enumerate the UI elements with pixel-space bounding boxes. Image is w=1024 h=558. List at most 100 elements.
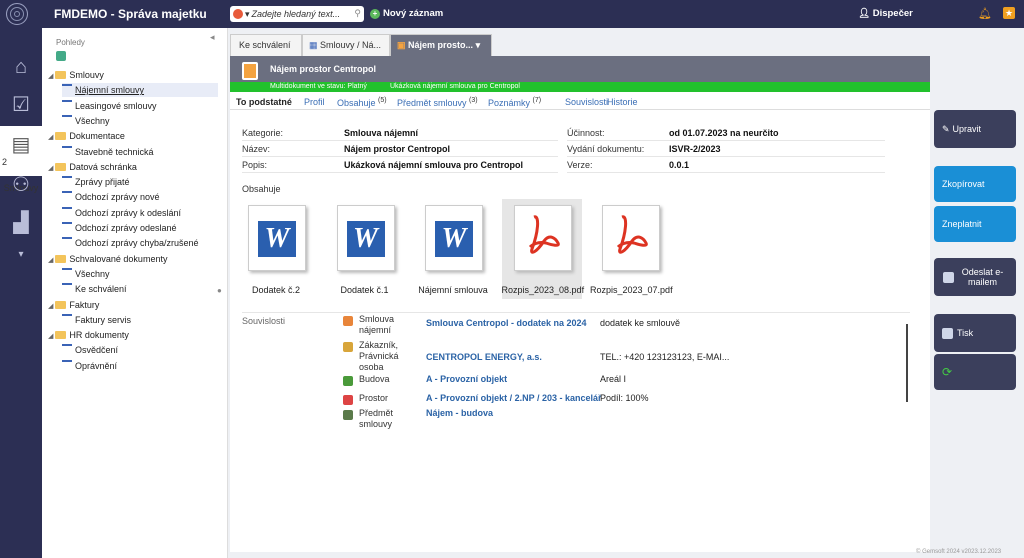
relation-type: Smlouva nájemní (359, 314, 395, 335)
tree-item[interactable]: Odchozí zprávy nové (62, 190, 218, 204)
relation-note: TEL.: +420 123123123, E-MAI... (600, 352, 730, 362)
relation-type: Budova (359, 374, 390, 384)
subtab-label: Profil (304, 97, 325, 107)
new-record-button[interactable]: + Nový záznam (370, 8, 443, 19)
record-title: Nájem prostor Centropol (270, 64, 377, 74)
expand-triangle-icon[interactable]: ◢ (48, 165, 53, 172)
chevron-down-icon[interactable]: ▾ (0, 236, 42, 274)
expand-triangle-icon[interactable]: ◢ (48, 303, 53, 310)
search-input[interactable]: ▾ Zadejte hledaný text... ⚲ (230, 6, 364, 22)
tree-item-label: Odchozí zprávy chyba/zrušené (75, 238, 199, 249)
home-icon[interactable]: ⌂ (0, 48, 42, 86)
pin-icon[interactable]: ● (217, 286, 222, 295)
tree-item[interactable]: Všechny (62, 114, 218, 128)
tree-item[interactable]: Faktury servis (62, 313, 218, 327)
word-logo-icon: W (258, 221, 296, 257)
view-icon (62, 145, 72, 148)
expand-triangle-icon[interactable]: ◢ (48, 257, 53, 264)
subtab[interactable]: Profil (304, 97, 325, 107)
tree-item[interactable]: Leasingové smlouvy (62, 99, 218, 113)
subtab[interactable]: Obsahuje (5) (337, 97, 387, 108)
view-icon (62, 176, 72, 179)
app-logo-icon[interactable] (6, 3, 28, 25)
file-tile[interactable]: Rozpis_2023_07.pdf (590, 199, 673, 299)
tree-item[interactable]: Ke schválení (62, 282, 218, 296)
tree-title: Pohledy (56, 38, 85, 47)
folder-icon (55, 71, 67, 79)
send-email-button[interactable]: Odeslat e-mailem (934, 258, 1016, 296)
invalidate-button[interactable]: Zneplatnit (934, 206, 1016, 242)
view-icon (62, 283, 72, 286)
subtab[interactable]: To podstatné (236, 97, 292, 107)
folder-icon (55, 132, 67, 141)
notification-bell-icon[interactable]: 🔔︎ (978, 7, 992, 20)
task-check-icon[interactable]: ☑ (0, 86, 42, 124)
subtab[interactable]: Poznámky (7) (488, 97, 541, 108)
tree-item[interactable]: Oprávnění (62, 359, 218, 373)
subtab-label: Předmět smlouvy (397, 98, 467, 108)
tree-folder[interactable]: ◢ Faktury (48, 298, 218, 312)
relation-link[interactable]: Nájem - budova (426, 408, 493, 418)
left-navigation: ⌂ ☑ ▤ 2 Smlouvy ⚇ ▟ ▾ (0, 28, 42, 558)
refresh-button[interactable]: ⟳ (934, 354, 1016, 390)
tree-item[interactable]: Osvědčení (62, 343, 218, 357)
folder-icon (55, 331, 67, 340)
add-view-icon[interactable] (56, 51, 66, 61)
subtab[interactable]: Souvislosti (565, 97, 608, 107)
user-menu[interactable]: 👤︎ Dispečer (858, 8, 913, 19)
tree-item-label: Nájemní smlouvy (75, 85, 145, 96)
record-subtitle: Ukázková nájemní smlouva pro Centropol (390, 83, 520, 90)
tab-menu-caret-icon[interactable]: ▾ (476, 40, 481, 50)
view-icon (62, 237, 72, 240)
relations-section-label: Souvislosti (242, 316, 286, 326)
tree-folder[interactable]: ◢ Datová schránka (48, 160, 218, 174)
search-icon[interactable]: ⚲ (354, 8, 361, 19)
favorites-star-icon[interactable]: ★ (1003, 7, 1015, 19)
tab-smlouvy[interactable]: ▦ Smlouvy / Ná... (302, 34, 390, 56)
file-tile[interactable]: W Dodatek č.1 (325, 199, 405, 299)
relation-link[interactable]: Smlouva Centropol - dodatek na 2024 (426, 318, 587, 328)
collapse-panel-icon[interactable]: ◂ (210, 32, 215, 43)
tree-item[interactable]: Odchozí zprávy chyba/zrušené (62, 236, 218, 250)
expand-triangle-icon[interactable]: ◢ (48, 134, 53, 141)
expand-triangle-icon[interactable]: ◢ (48, 333, 53, 340)
person-icon[interactable]: ⚇ (0, 166, 42, 204)
relation-link[interactable]: A - Provozní objekt / 2.NP / 203 - kance… (426, 393, 602, 403)
tree-item[interactable]: Stavebně technická (62, 145, 218, 159)
subtab[interactable]: Předmět smlouvy (3) (397, 97, 478, 108)
table-icon: ▦ (309, 40, 318, 50)
tree-folder[interactable]: ◢ HR dokumenty (48, 328, 218, 342)
copy-button[interactable]: Zkopírovat (934, 166, 1016, 202)
field-label-popis: Popis: (242, 160, 268, 170)
file-tile[interactable]: Rozpis_2023_08.pdf (501, 199, 585, 299)
field-kategorie: Smlouva nájemní (344, 128, 419, 138)
user-icon: 👤︎ (858, 8, 871, 19)
tree-item[interactable]: Nájemní smlouvy (62, 83, 218, 98)
tree-folder[interactable]: ◢ Schvalované dokumenty (48, 252, 218, 266)
relations-scrollbar[interactable] (906, 324, 908, 402)
file-tile[interactable]: W Dodatek č.2 (236, 199, 316, 299)
file-tile[interactable]: W Nájemní smlouva (413, 199, 493, 299)
search-scope-icon[interactable] (233, 9, 243, 19)
relation-link[interactable]: CENTROPOL ENERGY, a.s. (426, 352, 542, 362)
expand-triangle-icon[interactable]: ◢ (48, 73, 53, 80)
file-name: Rozpis_2023_07.pdf (590, 285, 673, 295)
tree-item[interactable]: Odchozí zprávy odeslané (62, 221, 218, 235)
tree-folder[interactable]: ◢ Dokumentace (48, 129, 218, 143)
relation-link[interactable]: A - Provozní objekt (426, 374, 507, 384)
search-placeholder: Zadejte hledaný text... (251, 9, 341, 19)
tab-ke-schvaleni[interactable]: Ke schválení (230, 34, 302, 56)
edit-button[interactable]: ✎ Upravit (934, 110, 1016, 148)
subtab[interactable]: Historie (607, 97, 638, 107)
search-scope-caret-icon[interactable]: ▾ (245, 9, 250, 20)
tab-najem-prostor[interactable]: ▣ Nájem prosto... ▾ (390, 34, 492, 56)
file-name: Rozpis_2023_08.pdf (501, 285, 585, 295)
tree-item[interactable]: Zprávy přijaté (62, 175, 218, 189)
tree-folder[interactable]: ◢ Smlouvy (48, 68, 218, 82)
invalidate-label: Zneplatnit (942, 219, 982, 229)
view-icon (62, 344, 72, 347)
acrobat-logo-icon (528, 215, 560, 254)
print-button[interactable]: Tisk (934, 314, 1016, 352)
tree-item[interactable]: Odchozí zprávy k odeslání (62, 206, 218, 220)
tree-item[interactable]: Všechny (62, 267, 218, 281)
